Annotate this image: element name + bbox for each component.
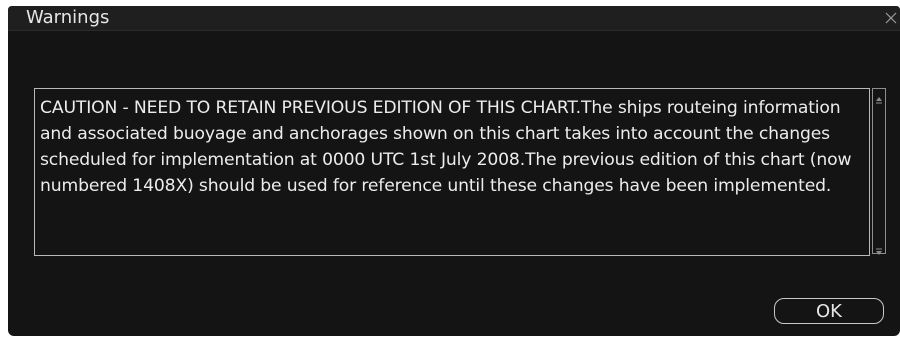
scroll-up-arrow-icon[interactable] bbox=[874, 90, 884, 104]
ok-button[interactable]: OK bbox=[774, 298, 884, 324]
message-scrollbar[interactable] bbox=[872, 88, 886, 255]
scroll-down-arrow-icon[interactable] bbox=[874, 242, 884, 255]
close-icon[interactable] bbox=[884, 10, 898, 24]
dialog-titlebar[interactable]: Warnings bbox=[8, 6, 900, 31]
warning-message-text: CAUTION - NEED TO RETAIN PREVIOUS EDITIO… bbox=[40, 98, 852, 196]
warning-message-box: CAUTION - NEED TO RETAIN PREVIOUS EDITIO… bbox=[34, 88, 870, 256]
dialog-title: Warnings bbox=[26, 7, 110, 28]
warnings-dialog: Warnings CAUTION - NEED TO RETAIN PREVIO… bbox=[8, 6, 900, 336]
